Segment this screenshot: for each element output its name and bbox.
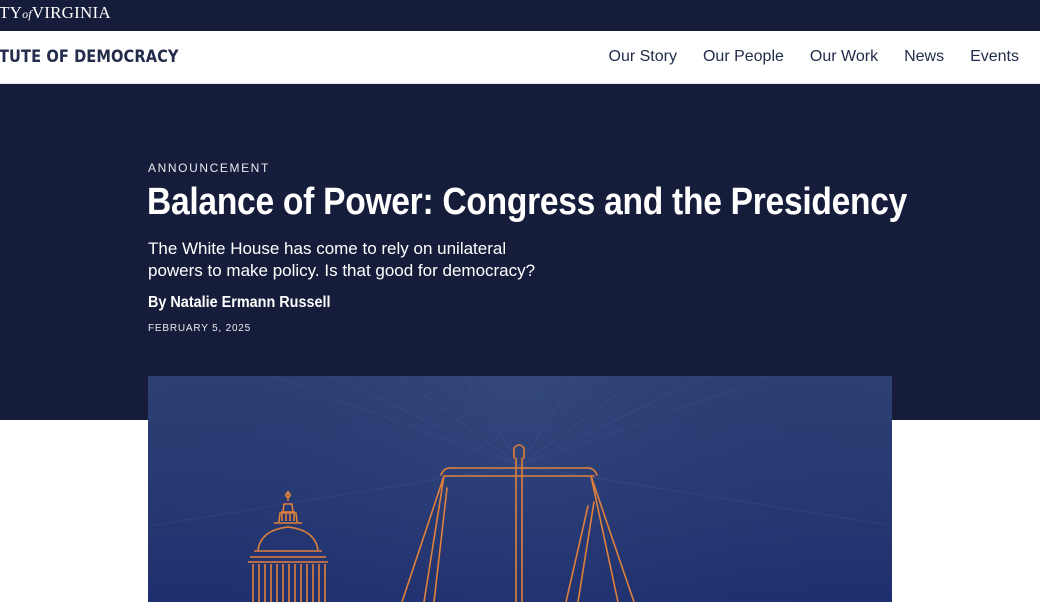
article-date: FEBRUARY 5, 2025 bbox=[148, 323, 252, 334]
nav-events[interactable]: Events bbox=[970, 48, 1019, 66]
site-navbar: TUTE OF DEMOCRACY Our Story Our People O… bbox=[0, 31, 1040, 84]
nav-our-people[interactable]: Our People bbox=[703, 48, 784, 66]
article-headline: Balance of Power: Congress and the Presi… bbox=[147, 181, 908, 223]
site-title-link[interactable]: TUTE OF DEMOCRACY bbox=[0, 47, 179, 67]
main-nav: Our Story Our People Our Work News Event… bbox=[583, 48, 1020, 66]
university-topbar: TYofVIRGINIA bbox=[0, 0, 1040, 31]
nav-our-story[interactable]: Our Story bbox=[609, 48, 677, 66]
article-hero: ANNOUNCEMENT Balance of Power: Congress … bbox=[0, 84, 1040, 420]
wordmark-prefix: TY bbox=[0, 3, 23, 22]
article-dek: The White House has come to rely on unil… bbox=[148, 239, 536, 280]
article-byline: By Natalie Ermann Russell bbox=[148, 294, 331, 311]
article-category: ANNOUNCEMENT bbox=[148, 161, 270, 175]
feature-illustration bbox=[148, 376, 892, 602]
wordmark-of: of bbox=[22, 7, 32, 21]
nav-our-work[interactable]: Our Work bbox=[810, 48, 878, 66]
wordmark-suffix: VIRGINIA bbox=[31, 3, 111, 22]
nav-news[interactable]: News bbox=[904, 48, 944, 66]
feature-illustration-graphic bbox=[148, 376, 892, 602]
university-wordmark-link[interactable]: TYofVIRGINIA bbox=[0, 3, 111, 23]
